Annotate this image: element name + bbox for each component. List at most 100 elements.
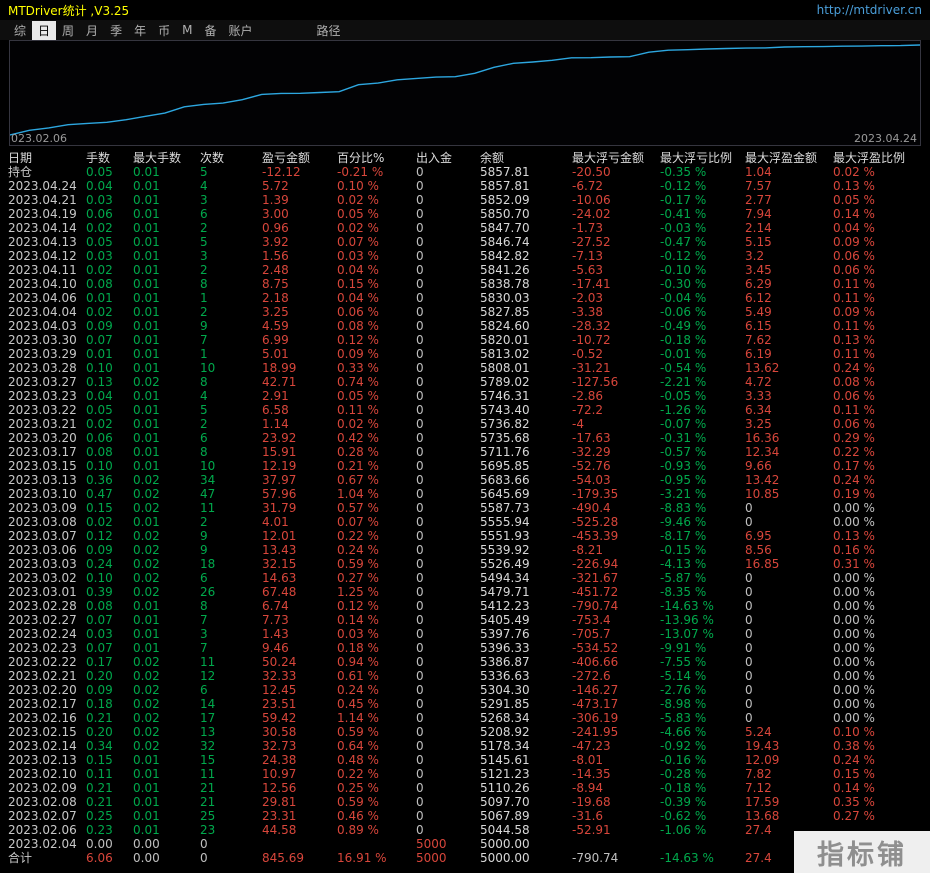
menu-item-路径[interactable]: 路径 <box>311 21 347 40</box>
menu-item-日[interactable]: 日 <box>32 20 57 40</box>
table-cell: 0.15 % <box>833 767 875 781</box>
table-cell: 1 <box>200 347 208 361</box>
table-cell: 0.06 % <box>833 389 875 403</box>
table-cell: 32 <box>200 739 216 753</box>
table-cell: 6.95 <box>745 529 772 543</box>
header-cell: 次数 <box>200 151 225 165</box>
table-cell: 0.01 <box>133 403 160 417</box>
table-cell: 0.24 % <box>833 473 875 487</box>
table-cell: 8.75 <box>262 277 289 291</box>
table-cell: 7.94 <box>745 207 772 221</box>
table-cell: -0.15 % <box>660 543 707 557</box>
table-cell: -9.46 % <box>660 515 707 529</box>
table-row: 2023.02.04 0.00 0.00 0 5000 5000.00 <box>8 837 930 851</box>
table-cell: 0 <box>416 473 424 487</box>
table-row: 2023.04.24 0.04 0.01 4 5.72 0.10 % 0 5857.81 -6.… <box>8 179 930 193</box>
table-cell: 0 <box>416 431 424 445</box>
table-cell: 0.13 % <box>833 179 875 193</box>
table-cell: 0.02 <box>133 655 160 669</box>
table-cell: 3.25 <box>262 305 289 319</box>
table-cell: 2023.02.14 <box>8 739 77 753</box>
table-cell: 2023.03.23 <box>8 389 77 403</box>
table-cell: 3.2 <box>745 249 765 263</box>
table-cell: 0.00 % <box>833 683 875 697</box>
table-cell: 15.91 <box>262 445 297 459</box>
table-cell: 0 <box>416 683 424 697</box>
menu-item-季[interactable]: 季 <box>104 21 128 40</box>
table-cell: -8.21 <box>572 543 604 557</box>
table-cell: 0.05 <box>86 235 113 249</box>
table-cell: 17.59 <box>745 795 780 809</box>
table-cell: 5587.73 <box>480 501 530 515</box>
table-cell: 32.33 <box>262 669 297 683</box>
table-cell: -321.67 <box>572 571 619 585</box>
table-cell: 5736.82 <box>480 417 530 431</box>
table-cell: 5830.03 <box>480 291 530 305</box>
table-cell: 21 <box>200 795 216 809</box>
table-cell: 5336.63 <box>480 669 530 683</box>
header-cell: 最大浮亏比例 <box>660 151 733 165</box>
table-cell: 2023.03.22 <box>8 403 77 417</box>
table-cell: 2023.03.10 <box>8 487 77 501</box>
table-cell: 0.01 <box>133 641 160 655</box>
table-cell: 4.72 <box>745 375 772 389</box>
table-cell: 44.58 <box>262 823 297 837</box>
table-cell: 1.56 <box>262 249 289 263</box>
table-row: 2023.03.13 0.36 0.02 34 37.97 0.67 % 0 5683.66 -… <box>8 473 930 487</box>
table-cell: 0.12 <box>86 529 113 543</box>
table-cell: 0 <box>200 851 208 865</box>
table-cell: -17.41 <box>572 277 611 291</box>
menu-item-备[interactable]: 备 <box>198 21 222 40</box>
app-url-link[interactable]: http://mtdriver.cn <box>817 3 922 17</box>
table-row: 2023.03.30 0.07 0.01 7 6.99 0.12 % 0 5820.01 -10… <box>8 333 930 347</box>
table-cell: 5842.82 <box>480 249 530 263</box>
table-cell: 0.00 % <box>833 655 875 669</box>
table-cell: 0.08 % <box>833 375 875 389</box>
table-cell: 5097.70 <box>480 795 530 809</box>
table-row: 2023.02.21 0.20 0.02 12 32.33 0.61 % 0 5336.63 -… <box>8 669 930 683</box>
table-cell: -790.74 <box>572 851 619 865</box>
table-cell: 5827.85 <box>480 305 530 319</box>
menu-item-币[interactable]: 币 <box>152 21 176 40</box>
table-cell: 0 <box>416 823 424 837</box>
menu-item-年[interactable]: 年 <box>128 21 152 40</box>
table-row: 2023.04.19 0.06 0.01 6 3.00 0.05 % 0 5850.70 -24… <box>8 207 930 221</box>
table-cell: 0.04 % <box>337 291 379 305</box>
table-cell: 6.74 <box>262 599 289 613</box>
table-cell: 18.99 <box>262 361 297 375</box>
table-cell: 0.02 <box>133 543 160 557</box>
table-cell: 0.01 <box>133 347 160 361</box>
table-cell: 0.18 % <box>337 641 379 655</box>
menu-item-综[interactable]: 综 <box>8 21 32 40</box>
table-cell: 0 <box>416 627 424 641</box>
table-cell: 0.23 <box>86 823 113 837</box>
table-cell: 0.01 <box>133 627 160 641</box>
table-row: 2023.03.01 0.39 0.02 26 67.48 1.25 % 0 5479.71 -… <box>8 585 930 599</box>
table-cell: 2023.04.06 <box>8 291 77 305</box>
table-cell: -0.47 % <box>660 235 707 249</box>
table-cell: 5268.34 <box>480 711 530 725</box>
table-cell: -0.03 % <box>660 221 707 235</box>
table-cell: 2.14 <box>745 221 772 235</box>
table-cell: 50.24 <box>262 655 297 669</box>
table-cell: 7 <box>200 613 208 627</box>
table-cell: 5067.89 <box>480 809 530 823</box>
table-cell: 8.56 <box>745 543 772 557</box>
table-cell: 5145.61 <box>480 753 530 767</box>
table-cell: 0.31 % <box>833 557 875 571</box>
table-cell: 2 <box>200 221 208 235</box>
menu-item-M[interactable]: M <box>176 22 198 38</box>
table-cell: 0.35 % <box>833 795 875 809</box>
table-cell: -0.18 % <box>660 333 707 347</box>
table-cell: 0.61 % <box>337 669 379 683</box>
table-cell: -14.63 % <box>660 599 714 613</box>
table-cell: 2023.02.24 <box>8 627 77 641</box>
menu-item-周[interactable]: 周 <box>56 21 80 40</box>
table-cell: 30.58 <box>262 725 297 739</box>
menu-item-账户[interactable]: 账户 <box>222 21 258 40</box>
stats-table: 日期 手数 最大手数 次数 盈亏金额 百分比% 出入金 余额 最大浮亏金额 最大浮亏比例 最大浮盈金… <box>0 146 930 865</box>
menu-item-月[interactable]: 月 <box>80 21 104 40</box>
table-cell: 2023.04.11 <box>8 263 77 277</box>
table-cell: 0.06 <box>86 431 113 445</box>
table-cell: 7.62 <box>745 333 772 347</box>
